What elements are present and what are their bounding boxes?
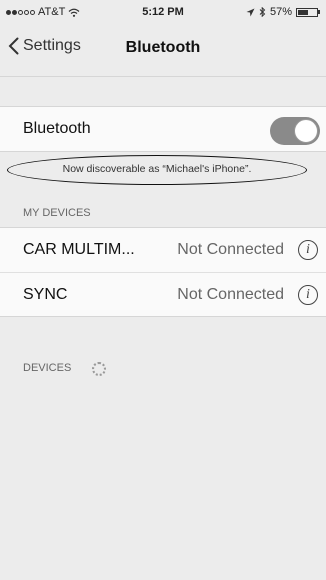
device-row[interactable]: CAR MULTIM... Not Connected i: [0, 228, 326, 272]
bluetooth-icon: [259, 7, 266, 17]
device-name: SYNC: [23, 285, 68, 303]
status-right: 57%: [246, 6, 320, 18]
location-arrow-icon: [246, 8, 255, 16]
bluetooth-toggle-switch[interactable]: [270, 117, 320, 145]
my-devices-header: MY DEVICES: [23, 207, 91, 219]
status-bar: AT&T 5:12 PM 57%: [0, 0, 326, 24]
navigation-bar: Settings Bluetooth: [0, 24, 326, 77]
battery-fill: [298, 9, 308, 15]
info-icon[interactable]: i: [298, 284, 318, 305]
bluetooth-toggle-label: Bluetooth: [23, 120, 91, 137]
discoverable-text: Now discoverable as “Michael's iPhone”.: [62, 163, 252, 175]
my-devices-list: CAR MULTIM... Not Connected i SYNC Not C…: [0, 227, 326, 317]
bluetooth-toggle-group: Bluetooth: [0, 106, 326, 152]
discoverable-annotation-ellipse: Now discoverable as “Michael's iPhone”.: [7, 155, 307, 185]
device-name: CAR MULTIM...: [23, 241, 135, 258]
device-status: Not Connected: [177, 241, 284, 258]
battery-icon: [296, 7, 320, 17]
info-icon[interactable]: i: [298, 240, 318, 260]
device-status: Not Connected: [177, 285, 284, 303]
toggle-knob: [294, 119, 318, 143]
battery-percent: 57%: [269, 6, 292, 18]
devices-header: DEVICES: [23, 362, 72, 374]
page-title: Bluetooth: [125, 39, 201, 56]
bluetooth-toggle-row: Bluetooth: [0, 107, 326, 151]
device-row[interactable]: SYNC Not Connected i: [0, 272, 326, 316]
activity-spinner-icon: [92, 362, 106, 376]
